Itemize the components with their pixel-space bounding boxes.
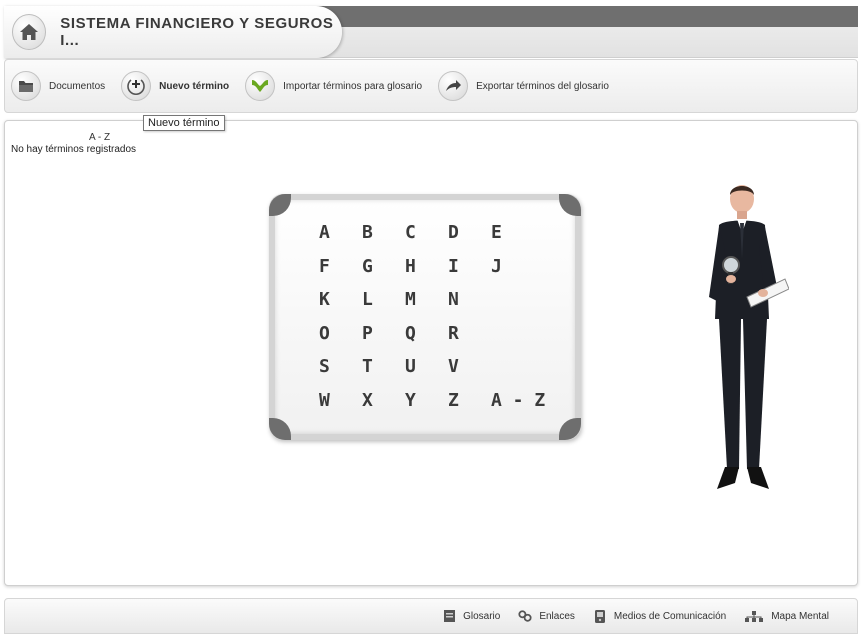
import-icon [252, 80, 269, 92]
alphabet-row: KLMN [319, 289, 551, 323]
add-term-icon [127, 79, 145, 95]
new-term-tooltip: Nuevo término [143, 115, 225, 131]
alphabet-grid: ABCDEFGHIJKLMNOPQRSTUVWXYZA - Z [319, 222, 551, 424]
letter-k[interactable]: K [319, 289, 362, 323]
import-terms-label: Importar términos para glosario [283, 80, 423, 92]
media-icon [594, 609, 605, 623]
links-link[interactable]: Enlaces [518, 609, 575, 623]
toolbar: Documentos Nuevo término Importar términ… [4, 59, 858, 113]
glossary-icon [443, 610, 455, 622]
import-terms-button[interactable]: Importar términos para glosario [245, 71, 422, 101]
home-icon [20, 24, 39, 40]
letter-i[interactable]: I [448, 256, 491, 290]
letter-c[interactable]: C [405, 222, 448, 256]
letter-e[interactable]: E [491, 222, 534, 256]
letter-b[interactable]: B [362, 222, 405, 256]
businessman-illustration [709, 185, 789, 489]
folder-icon [19, 81, 33, 92]
letter-u[interactable]: U [405, 356, 448, 390]
letter-s[interactable]: S [319, 356, 362, 390]
letter-m[interactable]: M [405, 289, 448, 323]
letter-n[interactable]: N [448, 289, 491, 323]
letter-h[interactable]: H [405, 256, 448, 290]
letter-a[interactable]: A [319, 222, 362, 256]
glossary-label: Glosario [463, 610, 501, 622]
alphabet-row: WXYZA - Z [319, 390, 551, 424]
export-terms-label: Exportar términos del glosario [476, 80, 609, 92]
media-label: Medios de Comunicación [613, 610, 727, 622]
alphabet-row: FGHIJ [319, 256, 551, 290]
letter-j[interactable]: J [491, 256, 534, 290]
footer-bar: Glosario Enlaces Medios de Comunicación [4, 598, 858, 634]
new-term-label: Nuevo término [159, 80, 230, 92]
letter-v[interactable]: V [448, 356, 491, 390]
app-title: SISTEMA FINANCIERO Y SEGUROS I... [60, 15, 334, 49]
letter-all[interactable]: A - Z [491, 390, 551, 424]
letter-d[interactable]: D [448, 222, 491, 256]
glossary-link[interactable]: Glosario [442, 609, 500, 623]
alphabet-board: ABCDEFGHIJKLMNOPQRSTUVWXYZA - Z [269, 194, 581, 440]
letter-r[interactable]: R [448, 323, 491, 357]
links-label: Enlaces [539, 610, 575, 622]
letter-z[interactable]: Z [448, 390, 491, 424]
main-panel: A - Z No hay términos registrados ABCDEF… [4, 120, 858, 586]
letter-l[interactable]: L [362, 289, 405, 323]
alphabet-row: STUV [319, 356, 551, 390]
board-corner [559, 194, 581, 216]
mind-map-label: Mapa Mental [771, 610, 829, 622]
export-terms-button[interactable]: Exportar términos del glosario [438, 71, 609, 101]
letter-p[interactable]: P [362, 323, 405, 357]
media-link[interactable]: Medios de Comunicación [593, 609, 726, 623]
board-corner [559, 418, 581, 440]
letter-o[interactable]: O [319, 323, 362, 357]
letter-x[interactable]: X [362, 390, 405, 424]
board-corner [269, 418, 291, 440]
board-corner [269, 194, 291, 216]
documents-button[interactable]: Documentos [11, 71, 105, 101]
letter-g[interactable]: G [362, 256, 405, 290]
title-tab: SISTEMA FINANCIERO Y SEGUROS I... [4, 6, 342, 58]
letter-f[interactable]: F [319, 256, 362, 290]
export-icon [446, 80, 462, 91]
new-term-button[interactable]: Nuevo término [121, 71, 229, 101]
mind-map-link[interactable]: Mapa Mental [744, 609, 829, 623]
letter-t[interactable]: T [362, 356, 405, 390]
az-heading: A - Z [89, 132, 111, 143]
home-button[interactable] [12, 14, 47, 50]
links-icon [518, 610, 532, 622]
letter-y[interactable]: Y [405, 390, 448, 424]
alphabet-row: ABCDE [319, 222, 551, 256]
mind-map-icon [745, 610, 764, 622]
empty-terms-message: No hay términos registrados [11, 144, 137, 155]
alphabet-row: OPQR [319, 323, 551, 357]
letter-q[interactable]: Q [405, 323, 448, 357]
documents-label: Documentos [49, 80, 106, 92]
letter-w[interactable]: W [319, 390, 362, 424]
